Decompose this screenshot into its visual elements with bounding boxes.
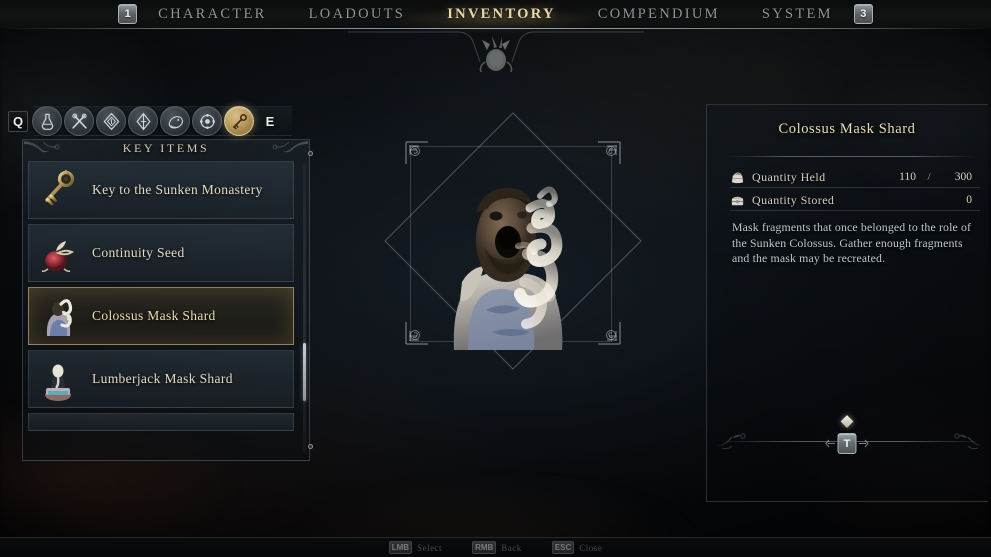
lumberjack-mask-icon <box>32 353 84 405</box>
hint-label: Select <box>417 542 443 553</box>
stat-current-value: 110 <box>899 171 916 183</box>
list-item-label: Colossus Mask Shard <box>92 308 216 323</box>
item-detail-panel: Colossus Mask Shard Quantity Held 110 / … <box>706 104 988 502</box>
list-item[interactable]: Continuity Seed <box>28 224 294 282</box>
hint-label: Back <box>501 542 522 553</box>
footer-flourish-left <box>718 433 746 450</box>
footer-tick-right-icon <box>859 439 869 448</box>
hint-key: RMB <box>472 541 497 554</box>
colossus-mask-preview-art <box>453 186 563 350</box>
footer-flourish-right <box>954 433 982 450</box>
nav-prev-key[interactable]: 1 <box>118 4 138 24</box>
category-creature-icon[interactable] <box>160 106 190 136</box>
hint-label: Close <box>579 542 603 553</box>
stat-quantity-stored: Quantity Stored 0 <box>730 190 980 211</box>
nav-tab-row: 1 CHARACTER LOADOUTS INVENTORY COMPENDIU… <box>118 4 873 24</box>
key-items-panel: KEY ITEMS Key to the Sunken Monastery Co… <box>22 139 313 461</box>
list-item-label: Key to the Sunken Monastery <box>92 182 263 197</box>
category-next-key[interactable]: E <box>260 111 280 132</box>
tab-inventory[interactable]: INVENTORY <box>426 6 577 23</box>
hint-key: ESC <box>551 541 575 554</box>
category-icons <box>32 106 256 136</box>
hint-close[interactable]: ESC Close <box>551 541 603 554</box>
footer-tick-left-icon <box>825 439 835 448</box>
stat-max-value: 300 <box>954 171 972 183</box>
category-potion-icon[interactable] <box>32 106 62 136</box>
list-item-selected[interactable]: Colossus Mask Shard <box>28 287 294 345</box>
red-seed-icon <box>32 227 84 279</box>
hint-key: LMB <box>388 541 413 554</box>
header-crest-ornament <box>346 28 646 80</box>
bottom-hint-bar: LMB Select RMB Back ESC Close <box>0 537 991 557</box>
hint-select[interactable]: LMB Select <box>388 541 443 554</box>
item-list-scrollbar-thumb[interactable] <box>303 342 306 401</box>
category-gear-ring-icon[interactable] <box>192 106 222 136</box>
game-inventory-screen: 1 CHARACTER LOADOUTS INVENTORY COMPENDIU… <box>0 0 991 557</box>
list-item-partial[interactable] <box>28 413 294 431</box>
item-list-scrollbar-track[interactable] <box>303 163 306 453</box>
stat-label: Quantity Stored <box>752 192 835 207</box>
stat-label: Quantity Held <box>752 169 826 184</box>
tab-system[interactable]: SYSTEM <box>741 6 854 23</box>
tab-compendium[interactable]: COMPENDIUM <box>577 6 741 23</box>
category-shield-crest-icon[interactable] <box>96 106 126 136</box>
category-filter-bar: Q E <box>8 103 320 139</box>
tab-character[interactable]: CHARACTER <box>137 6 288 23</box>
golden-key-icon <box>32 164 84 216</box>
chest-icon <box>730 193 747 208</box>
stat-quantity-held: Quantity Held 110 / 300 <box>730 167 980 188</box>
category-crossed-tools-icon[interactable] <box>64 106 94 136</box>
item-preview-stage <box>384 108 642 374</box>
key-items-title: KEY ITEMS <box>122 141 210 155</box>
category-key-icon[interactable] <box>224 106 254 136</box>
list-item[interactable]: Key to the Sunken Monastery <box>28 161 294 219</box>
pouch-icon <box>730 170 747 185</box>
category-prev-key[interactable]: Q <box>8 110 28 132</box>
category-split-orb-icon[interactable] <box>128 106 158 136</box>
tab-loadouts[interactable]: LOADOUTS <box>288 6 427 23</box>
nav-next-key[interactable]: 3 <box>853 4 873 24</box>
top-navigation-bar: 1 CHARACTER LOADOUTS INVENTORY COMPENDIU… <box>0 0 991 34</box>
hint-back[interactable]: RMB Back <box>472 541 522 554</box>
list-item-label: Continuity Seed <box>92 245 185 260</box>
action-key-hint[interactable]: T <box>837 433 857 454</box>
item-description: Mask fragments that once belonged to the… <box>732 220 972 265</box>
panel-node-bottom-right <box>307 444 313 449</box>
colossus-mask-icon <box>32 290 84 342</box>
key-items-list[interactable]: Key to the Sunken Monastery Continuity S… <box>28 161 294 457</box>
stat-max-value: 0 <box>966 194 972 206</box>
list-item-label: Lumberjack Mask Shard <box>92 371 233 386</box>
detail-title-divider <box>728 156 974 157</box>
item-detail-title: Colossus Mask Shard <box>778 121 916 137</box>
stat-separator: / <box>927 171 931 183</box>
list-item[interactable]: Lumberjack Mask Shard <box>28 350 294 408</box>
